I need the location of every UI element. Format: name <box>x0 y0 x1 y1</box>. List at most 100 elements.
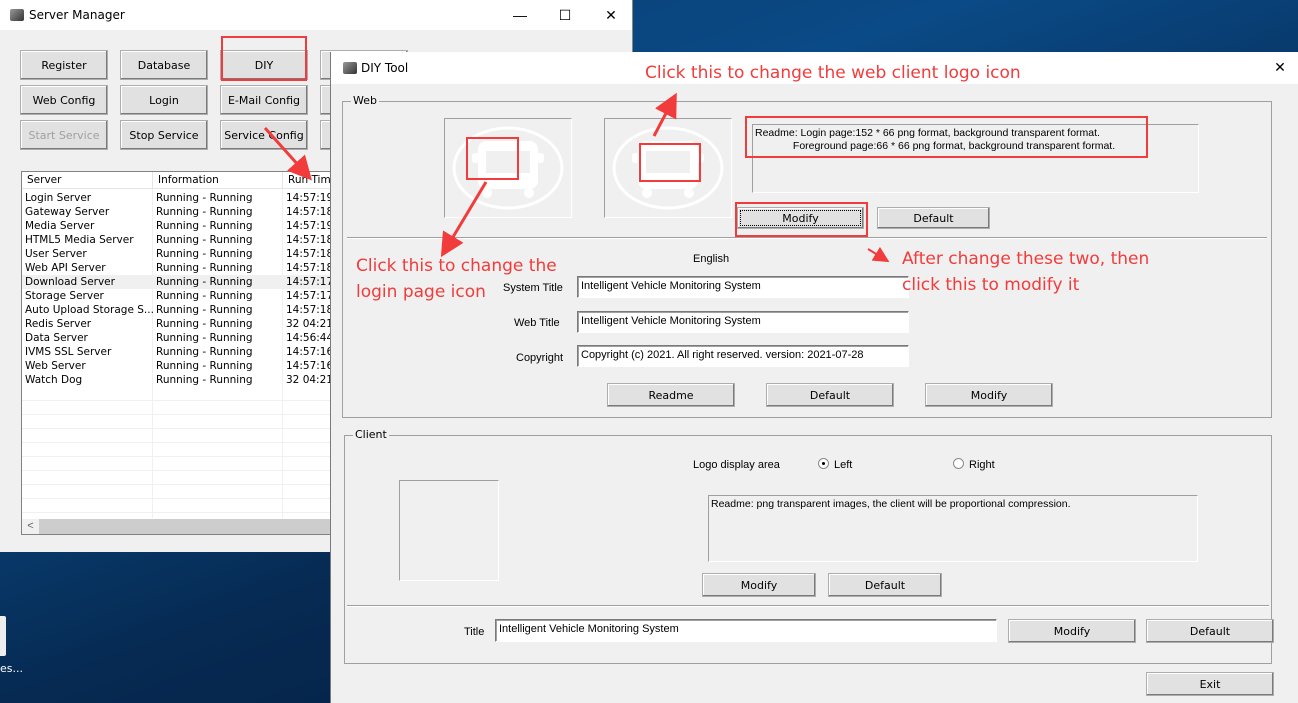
radio-right-label[interactable]: Right <box>969 459 995 471</box>
table-row[interactable]: User Server Running - Running 14:57:18 <box>22 247 334 261</box>
readme-button[interactable]: Readme <box>607 383 735 407</box>
column-header-information[interactable]: Information <box>153 172 283 188</box>
close-button[interactable]: ✕ <box>588 0 634 30</box>
client-title-label: Title <box>464 626 485 638</box>
web-config-button[interactable]: Web Config <box>20 85 108 115</box>
language-label: English <box>693 253 730 265</box>
web-modify-button[interactable]: Modify <box>925 383 1053 407</box>
cell-information: Running - Running <box>156 290 253 302</box>
web-default-button[interactable]: Default <box>766 383 894 407</box>
title-bar[interactable]: Server Manager — ☐ ✕ <box>0 0 632 30</box>
table-row[interactable]: Web API Server Running - Running 14:57:18 <box>22 261 334 275</box>
table-row[interactable]: IVMS SSL Server Running - Running 14:57:16 <box>22 345 334 359</box>
system-title-input[interactable]: Intelligent Vehicle Monitoring System <box>577 276 909 298</box>
cell-run-time: 14:56:44 <box>286 332 334 344</box>
service-config-button[interactable]: Service Config <box>220 120 308 150</box>
cell-information: Running - Running <box>156 206 253 218</box>
register-button[interactable]: Register <box>20 50 108 80</box>
cell-run-time: 14:57:18 <box>286 304 334 316</box>
cell-information: Running - Running <box>156 360 253 372</box>
radio-left-label[interactable]: Left <box>834 459 852 471</box>
cell-server: Gateway Server <box>25 206 110 218</box>
empty-row <box>22 471 334 485</box>
maximize-button[interactable]: ☐ <box>542 0 588 30</box>
cell-server: Redis Server <box>25 318 92 330</box>
desktop-file-icon[interactable] <box>0 616 6 656</box>
cell-run-time: 32 04:21 <box>286 374 333 386</box>
cell-information: Running - Running <box>156 318 253 330</box>
cell-information: Running - Running <box>156 374 253 386</box>
annotation-box-diy <box>221 36 307 81</box>
table-row[interactable]: Login Server Running - Running 14:57:19 <box>22 191 334 205</box>
radio-left[interactable] <box>818 458 829 469</box>
table-row[interactable]: Data Server Running - Running 14:56:44 <box>22 331 334 345</box>
scroll-left-icon[interactable]: < <box>22 519 39 534</box>
cell-run-time: 14:57:18 <box>286 234 334 246</box>
cell-server: Storage Server <box>25 290 104 302</box>
annotation-box-readme <box>745 116 1148 158</box>
annotation-box-web-logo <box>639 143 701 182</box>
web-title-input[interactable]: Intelligent Vehicle Monitoring System <box>577 311 909 333</box>
database-button[interactable]: Database <box>120 50 208 80</box>
start-service-button: Start Service <box>20 120 108 150</box>
server-list[interactable]: Server Information Run Time Login Server… <box>21 171 335 535</box>
table-row[interactable]: Auto Upload Storage S... Running - Runnin… <box>22 303 334 317</box>
table-row[interactable]: Web Server Running - Running 14:57:16 <box>22 359 334 373</box>
email-config-button[interactable]: E-Mail Config <box>220 85 308 115</box>
login-button[interactable]: Login <box>120 85 208 115</box>
stop-service-button[interactable]: Stop Service <box>120 120 208 150</box>
desktop-icon-label[interactable]: es... <box>0 662 23 675</box>
separator <box>347 237 1267 239</box>
close-button[interactable]: ✕ <box>1261 52 1298 82</box>
table-row[interactable]: Watch Dog Running - Running 32 04:21 <box>22 373 334 387</box>
cell-server: Watch Dog <box>25 374 83 386</box>
radio-right[interactable] <box>953 458 964 469</box>
table-row[interactable]: Gateway Server Running - Running 14:57:18 <box>22 205 334 219</box>
column-header-server[interactable]: Server <box>22 172 153 188</box>
table-row[interactable]: Download Server Running - Running 14:57:17 <box>22 275 334 289</box>
cell-run-time: 32 04:21 <box>286 318 333 330</box>
table-row[interactable]: Storage Server Running - Running 14:57:17 <box>22 289 334 303</box>
copyright-label: Copyright <box>516 352 564 364</box>
system-title-label: System Title <box>503 282 563 294</box>
copyright-input[interactable]: Copyright (c) 2021. All right reserved. … <box>577 345 909 367</box>
table-row[interactable]: HTML5 Media Server Running - Running 14:57… <box>22 233 334 247</box>
cell-run-time: 14:57:16 <box>286 346 334 358</box>
empty-row <box>22 443 334 457</box>
column-header-run-time[interactable]: Run Time <box>283 172 334 188</box>
table-row[interactable]: Media Server Running - Running 14:57:19 <box>22 219 334 233</box>
cell-server: User Server <box>25 248 87 260</box>
window-title: Server Manager <box>29 8 125 22</box>
client-title-modify-button[interactable]: Modify <box>1008 619 1136 643</box>
empty-row <box>22 429 334 443</box>
empty-row <box>22 387 334 401</box>
group-label: Client <box>353 428 389 441</box>
annotation-login-icon-line1: Click this to change the <box>356 256 557 276</box>
empty-row <box>22 401 334 415</box>
cell-information: Running - Running <box>156 248 253 260</box>
exit-button[interactable]: Exit <box>1146 672 1274 696</box>
separator <box>347 605 1269 607</box>
minimize-button[interactable]: — <box>497 0 543 30</box>
horizontal-scrollbar[interactable]: < <box>22 519 334 534</box>
cell-server: HTML5 Media Server <box>25 234 134 246</box>
web-logo-default-button[interactable]: Default <box>877 207 990 229</box>
client-logo-preview[interactable] <box>399 480 499 581</box>
client-title-default-button[interactable]: Default <box>1146 619 1274 643</box>
app-icon <box>343 62 357 74</box>
client-default-button[interactable]: Default <box>828 573 942 597</box>
cell-information: Running - Running <box>156 346 253 358</box>
cell-server: IVMS SSL Server <box>25 346 112 358</box>
cell-server: Auto Upload Storage S... <box>25 304 153 316</box>
cell-information: Running - Running <box>156 276 253 288</box>
cell-information: Running - Running <box>156 332 253 344</box>
table-row[interactable]: Redis Server Running - Running 32 04:21 <box>22 317 334 331</box>
cell-run-time: 14:57:17 <box>286 290 334 302</box>
annotation-box-modify <box>735 202 868 237</box>
client-title-input[interactable]: Intelligent Vehicle Monitoring System <box>495 619 997 642</box>
cell-run-time: 14:57:19 <box>286 192 334 204</box>
cell-server: Media Server <box>25 220 95 232</box>
web-title-label: Web Title <box>514 317 560 329</box>
client-modify-button[interactable]: Modify <box>702 573 816 597</box>
cell-information: Running - Running <box>156 192 253 204</box>
